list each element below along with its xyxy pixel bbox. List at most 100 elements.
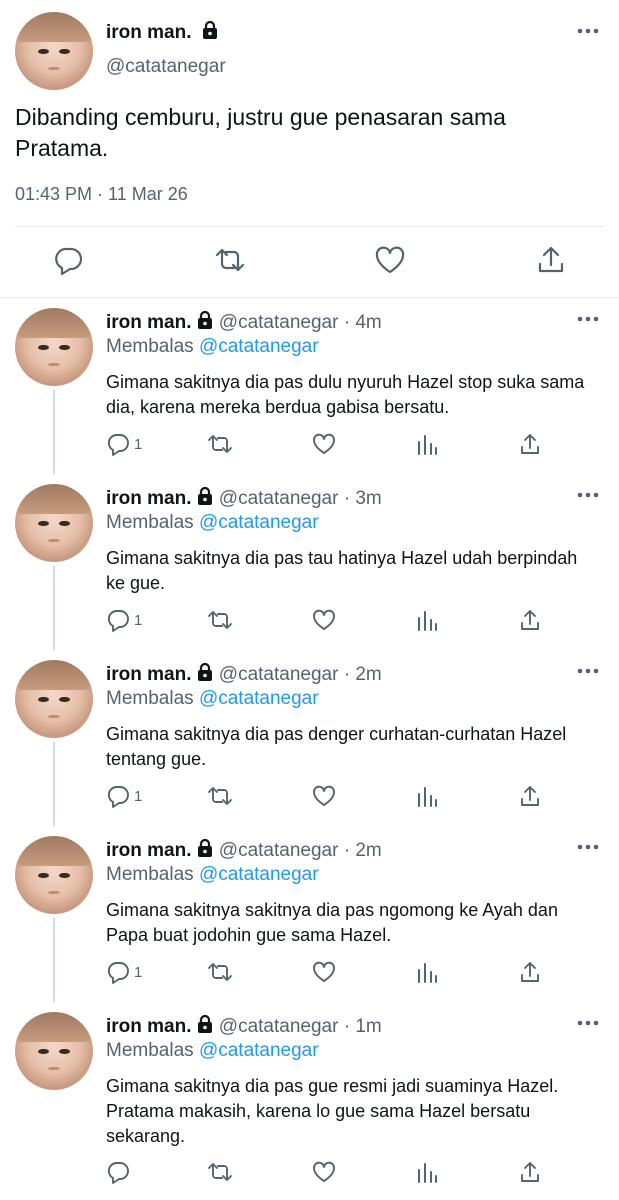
handle-time[interactable]: @catatanegar · 1m <box>219 1016 382 1037</box>
replying-to: Membalas @catatanegar <box>106 1040 319 1062</box>
replying-to: Membalas @catatanegar <box>106 864 319 886</box>
reply-actions: 1 <box>106 782 546 812</box>
main-tweet: iron man. @catatanegar Dibanding cemburu… <box>0 0 619 298</box>
reply-text: Gimana sakitnya dia pas tau hatinya Haze… <box>106 548 578 593</box>
share-icon[interactable] <box>518 430 542 458</box>
handle-time[interactable]: @catatanegar · 2m <box>219 664 382 685</box>
lock-icon <box>196 310 214 330</box>
like-icon[interactable] <box>312 782 336 810</box>
reply-icon[interactable] <box>52 244 84 276</box>
reply-text: Gimana sakitnya sakitnya dia pas ngomong… <box>106 900 558 945</box>
replying-to-link[interactable]: @catatanegar <box>199 512 319 533</box>
reply-button[interactable]: 1 <box>106 430 142 458</box>
reply-button[interactable]: 1 <box>106 958 142 986</box>
analytics-icon[interactable] <box>416 1158 438 1186</box>
replying-to-link[interactable]: @catatanegar <box>199 688 319 709</box>
thread-line <box>53 918 55 1002</box>
replying-to-link[interactable]: @catatanegar <box>199 336 319 357</box>
more-options-icon[interactable] <box>577 492 599 498</box>
share-icon[interactable] <box>518 1158 542 1186</box>
display-name[interactable]: iron man. <box>106 840 192 861</box>
replying-label: Membalas <box>106 1040 194 1061</box>
like-icon[interactable] <box>312 958 336 986</box>
retweet-icon[interactable] <box>206 430 234 458</box>
more-options-icon[interactable] <box>577 844 599 850</box>
reply-count: 1 <box>134 435 143 453</box>
retweet-icon[interactable] <box>206 1158 234 1186</box>
share-icon[interactable] <box>518 606 542 634</box>
reply-count: 1 <box>134 787 143 805</box>
lock-icon <box>196 838 214 858</box>
reply-actions: 1 <box>106 958 546 988</box>
reply-header: iron man. @catatanegar · 2m <box>106 662 382 686</box>
more-options-icon[interactable] <box>577 316 599 322</box>
reply-header: iron man. @catatanegar · 2m <box>106 838 382 862</box>
tweet-actions <box>0 240 619 284</box>
replying-to: Membalas @catatanegar <box>106 688 319 710</box>
reply-tweet[interactable]: iron man. @catatanegar · 3m Membalas @ca… <box>0 474 619 650</box>
reply-text: Gimana sakitnya dia pas dulu nyuruh Haze… <box>106 372 585 417</box>
display-name[interactable]: iron man. <box>106 20 219 44</box>
reply-tweet[interactable]: iron man. @catatanegar · 2m Membalas @ca… <box>0 826 619 1002</box>
analytics-icon[interactable] <box>416 430 438 458</box>
reply-tweet[interactable]: iron man. @catatanegar · 2m Membalas @ca… <box>0 650 619 826</box>
reply-tweet[interactable]: iron man. @catatanegar · 4m Membalas @ca… <box>0 298 619 474</box>
display-name[interactable]: iron man. <box>106 664 192 685</box>
analytics-icon[interactable] <box>416 958 438 986</box>
analytics-icon[interactable] <box>416 782 438 810</box>
reply-button[interactable]: 1 <box>106 782 142 810</box>
share-icon[interactable] <box>535 244 567 276</box>
display-name[interactable]: iron man. <box>106 488 192 509</box>
replying-to-link[interactable]: @catatanegar <box>199 1040 319 1061</box>
handle-time[interactable]: @catatanegar · 3m <box>219 488 382 509</box>
avatar[interactable] <box>15 836 93 914</box>
reply-tweet[interactable]: iron man. @catatanegar · 1m Membalas @ca… <box>0 1002 619 1200</box>
reply-text: Gimana sakitnya dia pas denger curhatan-… <box>106 724 567 769</box>
reply-icon <box>106 784 130 808</box>
reply-text: Gimana sakitnya dia pas gue resmi jadi s… <box>106 1076 559 1146</box>
like-icon[interactable] <box>312 430 336 458</box>
avatar[interactable] <box>15 308 93 386</box>
replying-to-link[interactable]: @catatanegar <box>199 864 319 885</box>
reply-button[interactable]: 1 <box>106 606 142 634</box>
thread-line <box>53 566 55 650</box>
avatar[interactable] <box>15 484 93 562</box>
more-options-icon[interactable] <box>577 668 599 674</box>
reply-actions: 1 <box>106 430 546 460</box>
avatar[interactable] <box>15 1012 93 1090</box>
retweet-icon[interactable] <box>206 958 234 986</box>
reply-count: 1 <box>134 611 143 629</box>
retweet-icon[interactable] <box>206 782 234 810</box>
more-options-icon[interactable] <box>577 1020 599 1026</box>
lock-icon <box>196 662 214 682</box>
share-icon[interactable] <box>518 958 542 986</box>
replying-label: Membalas <box>106 864 194 885</box>
like-icon[interactable] <box>312 606 336 634</box>
analytics-icon[interactable] <box>416 606 438 634</box>
lock-icon <box>196 486 214 506</box>
reply-header: iron man. @catatanegar · 4m <box>106 310 382 334</box>
avatar[interactable] <box>15 660 93 738</box>
reply-icon <box>106 1160 130 1184</box>
display-name[interactable]: iron man. <box>106 1016 192 1037</box>
handle-time[interactable]: @catatanegar · 4m <box>219 312 382 333</box>
avatar[interactable] <box>15 12 93 90</box>
retweet-icon[interactable] <box>213 244 245 276</box>
like-icon[interactable] <box>374 244 406 276</box>
reply-icon <box>106 432 130 456</box>
display-name[interactable]: iron man. <box>106 312 192 333</box>
reply-button[interactable] <box>106 1158 134 1186</box>
like-icon[interactable] <box>312 1158 336 1186</box>
lock-icon <box>196 1014 214 1034</box>
handle[interactable]: @catatanegar <box>106 56 226 78</box>
more-options-icon[interactable] <box>577 28 599 34</box>
handle-time[interactable]: @catatanegar · 2m <box>219 840 382 861</box>
share-icon[interactable] <box>518 782 542 810</box>
replying-to: Membalas @catatanegar <box>106 336 319 358</box>
lock-icon <box>201 20 219 40</box>
replying-label: Membalas <box>106 688 194 709</box>
timestamp[interactable]: 01:43 PM · 11 Mar 26 <box>15 184 188 205</box>
divider <box>15 226 604 227</box>
retweet-icon[interactable] <box>206 606 234 634</box>
reply-count: 1 <box>134 963 143 981</box>
